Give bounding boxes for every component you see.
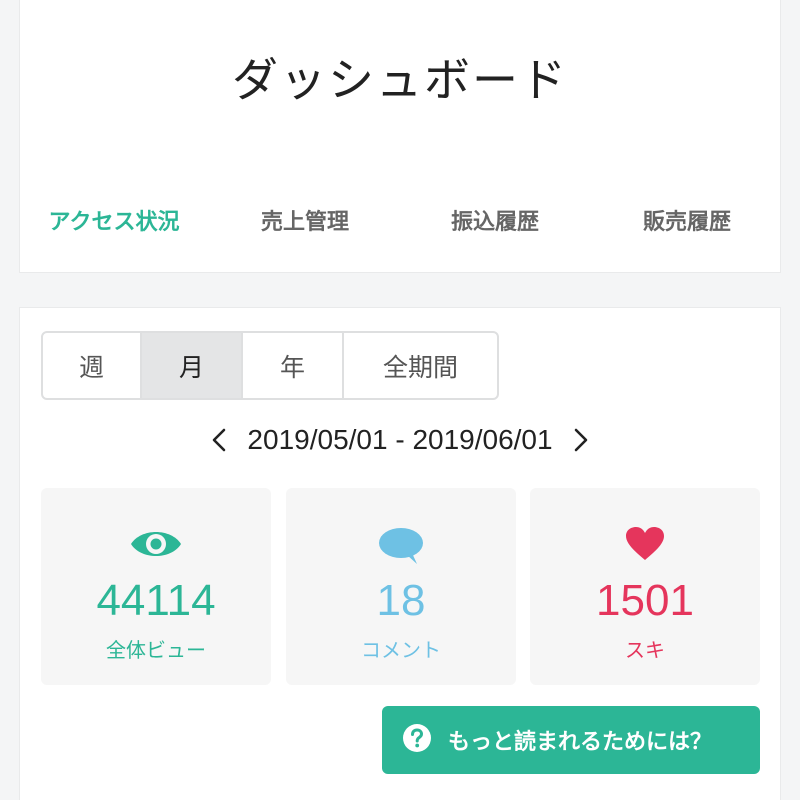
comment-icon <box>286 526 516 566</box>
tab-sales-management[interactable]: 売上管理 <box>210 205 400 241</box>
period-year-button[interactable]: 年 <box>243 333 344 398</box>
chevron-right-icon[interactable] <box>567 426 595 454</box>
eye-icon <box>41 526 271 566</box>
stat-value: 44114 <box>96 576 216 625</box>
how-to-get-more-reads-button[interactable]: もっと読まれるためには？ <box>382 706 760 774</box>
help-button-label: もっと読まれるためには？ <box>448 730 713 755</box>
period-month-button[interactable]: 月 <box>142 333 243 398</box>
chevron-left-icon[interactable] <box>205 426 233 454</box>
stat-label: コメント <box>361 638 441 662</box>
heart-icon <box>530 526 760 566</box>
access-stats-card: 週 月 年 全期間 2019/05/01 - 2019/06/01 44114 … <box>19 307 781 800</box>
period-week-button[interactable]: 週 <box>43 333 142 398</box>
page-title: ダッシュボード <box>232 53 568 107</box>
stat-label: スキ <box>625 638 665 662</box>
stat-likes: 1501 スキ <box>530 488 760 685</box>
question-icon <box>402 723 432 757</box>
tab-sales-history[interactable]: 販売履歴 <box>592 205 782 241</box>
period-selector: 週 月 年 全期間 <box>41 331 499 400</box>
stat-value: 1501 <box>596 576 694 625</box>
tab-bar: アクセス状況 売上管理 振込履歴 販売履歴 <box>20 205 780 245</box>
stat-value: 18 <box>376 576 426 625</box>
stat-label: 全体ビュー <box>106 638 206 662</box>
header-card: ダッシュボード アクセス状況 売上管理 振込履歴 販売履歴 <box>19 0 781 273</box>
date-range-label: 2019/05/01 - 2019/06/01 <box>247 424 553 455</box>
tab-access-status[interactable]: アクセス状況 <box>20 205 208 241</box>
stat-comments: 18 コメント <box>286 488 516 685</box>
tab-transfer-history[interactable]: 振込履歴 <box>400 205 590 241</box>
stat-total-views: 44114 全体ビュー <box>41 488 271 685</box>
date-navigator: 2019/05/01 - 2019/06/01 <box>20 420 780 460</box>
period-all-button[interactable]: 全期間 <box>344 333 497 398</box>
